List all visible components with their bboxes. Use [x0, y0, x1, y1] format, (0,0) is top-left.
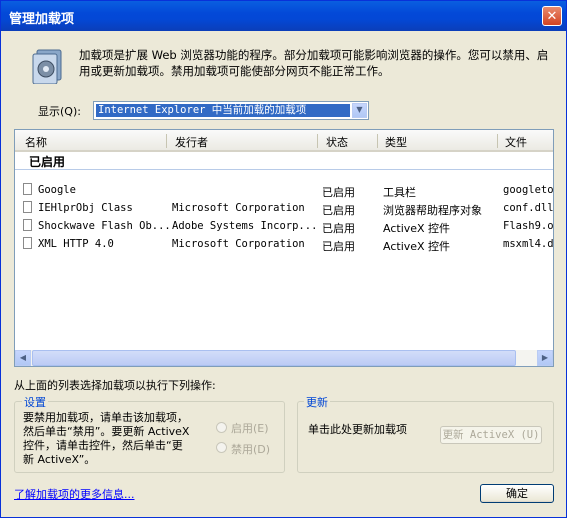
- update-legend: 更新: [304, 394, 330, 410]
- title-bar: 管理加载项 ✕: [1, 1, 566, 31]
- dialog-window: 管理加载项 ✕ 加载项是扩展 Web 浏览器功能的程序。部分加载项可能影响浏览器…: [0, 0, 567, 518]
- cell-type: ActiveX 控件: [383, 222, 451, 235]
- scroll-left-icon[interactable]: ◀: [15, 350, 31, 366]
- cell-name: IEHlprObj Class: [38, 202, 133, 214]
- show-label: 显示(Q):: [38, 105, 81, 118]
- cell-type: 浏览器帮助程序对象: [383, 204, 482, 217]
- document-icon: [23, 183, 32, 195]
- document-icon: [23, 237, 32, 249]
- column-publisher[interactable]: 发行者: [175, 134, 208, 150]
- cell-publisher: Microsoft Corporation: [172, 238, 305, 250]
- horizontal-scrollbar[interactable]: ◀ ▶: [15, 350, 553, 366]
- cell-name: Shockwave Flash Ob...: [38, 220, 170, 232]
- cell-publisher: Adobe Systems Incorp...: [172, 220, 318, 232]
- enable-radio[interactable]: [216, 422, 227, 433]
- chevron-down-icon[interactable]: ▼: [352, 103, 367, 118]
- table-row[interactable]: XML HTTP 4.0 Microsoft Corporation 已启用 A…: [15, 235, 554, 253]
- settings-legend: 设置: [22, 394, 48, 410]
- scroll-right-icon[interactable]: ▶: [537, 350, 553, 366]
- cell-status: 已启用: [322, 222, 355, 235]
- show-dropdown[interactable]: Internet Explorer 中当前加载的加载项 ▼: [93, 101, 369, 120]
- show-dropdown-value: Internet Explorer 中当前加载的加载项: [95, 103, 351, 118]
- table-row[interactable]: Shockwave Flash Ob... Adobe Systems Inco…: [15, 217, 554, 235]
- group-enabled: 已启用: [29, 155, 66, 169]
- close-button[interactable]: ✕: [542, 6, 562, 26]
- column-divider[interactable]: [497, 134, 498, 148]
- window-title: 管理加载项: [9, 12, 75, 27]
- scrollbar-thumb[interactable]: [32, 350, 516, 366]
- group-divider: [15, 169, 553, 170]
- cell-file: googletoo: [503, 184, 554, 196]
- cell-status: 已启用: [322, 240, 355, 253]
- cell-file: conf.dll: [503, 202, 554, 214]
- list-header: 名称 发行者 状态 类型 文件: [15, 130, 553, 152]
- column-status[interactable]: 状态: [326, 134, 348, 150]
- instruction-text: 从上面的列表选择加载项以执行下列操作:: [14, 379, 216, 392]
- column-file[interactable]: 文件: [505, 134, 527, 150]
- column-name[interactable]: 名称: [25, 134, 47, 150]
- description-text: 加载项是扩展 Web 浏览器功能的程序。部分加载项可能影响浏览器的操作。您可以禁…: [79, 48, 549, 78]
- cell-type: ActiveX 控件: [383, 240, 451, 253]
- update-text: 单击此处更新加载项: [308, 423, 407, 436]
- close-icon: ✕: [546, 9, 558, 24]
- cell-name: XML HTTP 4.0: [38, 238, 114, 250]
- enable-radio-label[interactable]: 启用(E): [231, 420, 269, 436]
- column-type[interactable]: 类型: [385, 134, 407, 150]
- cell-status: 已启用: [322, 204, 355, 217]
- cell-publisher: Microsoft Corporation: [172, 202, 305, 214]
- cell-file: Flash9.oc: [503, 220, 554, 232]
- addon-list[interactable]: 名称 发行者 状态 类型 文件 已启用 Google 已启用 工具栏 googl…: [14, 129, 554, 367]
- cell-name: Google: [38, 184, 76, 196]
- table-row[interactable]: IEHlprObj Class Microsoft Corporation 已启…: [15, 199, 554, 217]
- document-icon: [23, 219, 32, 231]
- column-divider[interactable]: [377, 134, 378, 148]
- cell-status: 已启用: [322, 186, 355, 199]
- table-row[interactable]: Google 已启用 工具栏 googletoo: [15, 181, 554, 199]
- update-activex-button[interactable]: 更新 ActiveX (U): [440, 426, 542, 444]
- settings-text: 要禁用加载项，请单击该加载项，然后单击“禁用”。要更新 ActiveX 控件，请…: [23, 411, 190, 466]
- learn-more-link[interactable]: 了解加载项的更多信息...: [14, 486, 135, 502]
- cell-file: msxml4.dl: [503, 238, 554, 250]
- document-icon: [23, 201, 32, 213]
- cell-type: 工具栏: [383, 186, 416, 199]
- ok-button[interactable]: 确定: [480, 484, 554, 503]
- column-divider[interactable]: [166, 134, 167, 148]
- disable-radio[interactable]: [216, 442, 227, 453]
- column-divider[interactable]: [317, 134, 318, 148]
- addon-gear-icon: [32, 49, 62, 84]
- disable-radio-label[interactable]: 禁用(D): [231, 441, 270, 457]
